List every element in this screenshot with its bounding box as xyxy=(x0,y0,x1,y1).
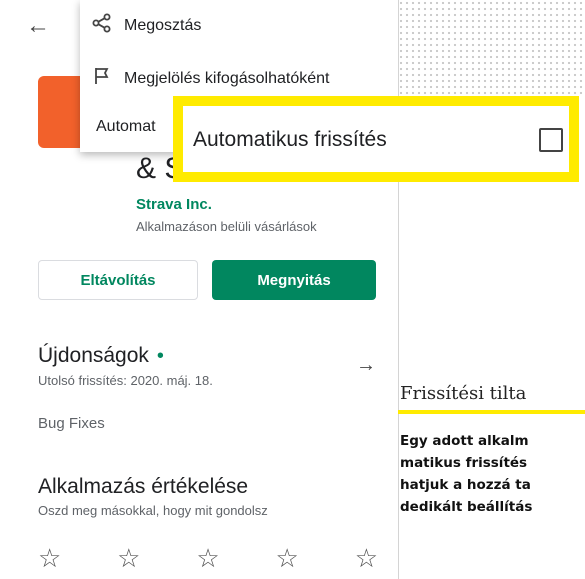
article-body: Egy adott alkalm matikus frissítés hatju… xyxy=(398,430,585,518)
dotted-background xyxy=(398,0,585,96)
star-icon[interactable]: ☆ xyxy=(276,545,299,571)
article-line: matikus frissítés xyxy=(400,455,528,471)
open-button[interactable]: Megnyitás xyxy=(212,260,376,300)
menu-item-label: Automat xyxy=(96,118,156,135)
rate-app-title: Alkalmazás értékelése xyxy=(38,475,249,498)
menu-item-label: Megosztás xyxy=(124,16,202,34)
menu-item-flag[interactable]: Megjelölés kifogásolhatóként xyxy=(92,66,329,91)
share-icon xyxy=(92,13,114,38)
rate-app-subtitle: Oszd meg másokkal, hogy mit gondolsz xyxy=(38,503,268,518)
uninstall-button[interactable]: Eltávolítás xyxy=(38,260,198,300)
article-line: hatjuk a hozzá ta xyxy=(400,477,531,493)
whats-new-title[interactable]: Újdonságok • xyxy=(38,344,164,368)
phone-screenshot: ← & S Strava Inc. Alkalmazáson belüli vá… xyxy=(0,0,399,579)
developer-link[interactable]: Strava Inc. xyxy=(136,196,212,213)
star-icon[interactable]: ☆ xyxy=(117,545,140,571)
auto-update-label: Automatikus frissítés xyxy=(193,128,387,151)
menu-item-share[interactable]: Megosztás xyxy=(92,13,201,38)
release-notes: Bug Fixes xyxy=(38,415,105,432)
menu-item-label: Megjelölés kifogásolhatóként xyxy=(124,69,330,87)
article-heading-text: Frissítési tilta xyxy=(400,383,527,404)
back-button[interactable]: ← xyxy=(26,14,50,38)
star-icon[interactable]: ☆ xyxy=(196,545,219,571)
last-update-date: Utolsó frissítés: 2020. máj. 18. xyxy=(38,373,213,388)
heading-underline xyxy=(398,410,585,414)
highlight-callout: Automatikus frissítés xyxy=(173,96,579,182)
auto-update-row[interactable]: Automatikus frissítés xyxy=(183,106,569,172)
auto-update-checkbox[interactable] xyxy=(539,128,563,152)
arrow-right-icon[interactable]: → xyxy=(356,354,376,377)
star-icon[interactable]: ☆ xyxy=(38,545,61,571)
star-rating: ☆ ☆ ☆ ☆ ☆ xyxy=(38,545,378,571)
menu-item-auto-update[interactable]: Automat xyxy=(96,118,156,136)
article-line: Egy adott alkalm xyxy=(400,433,529,449)
arrow-left-icon: ← xyxy=(26,12,50,39)
flag-icon xyxy=(92,66,114,91)
article-line: dedikált beállítás xyxy=(400,499,533,515)
in-app-purchases-note: Alkalmazáson belüli vásárlások xyxy=(136,219,317,234)
star-icon[interactable]: ☆ xyxy=(355,545,378,571)
article-heading: Frissítési tilta xyxy=(398,383,585,423)
new-indicator-dot: • xyxy=(156,345,164,367)
whats-new-label: Újdonságok xyxy=(38,344,149,367)
